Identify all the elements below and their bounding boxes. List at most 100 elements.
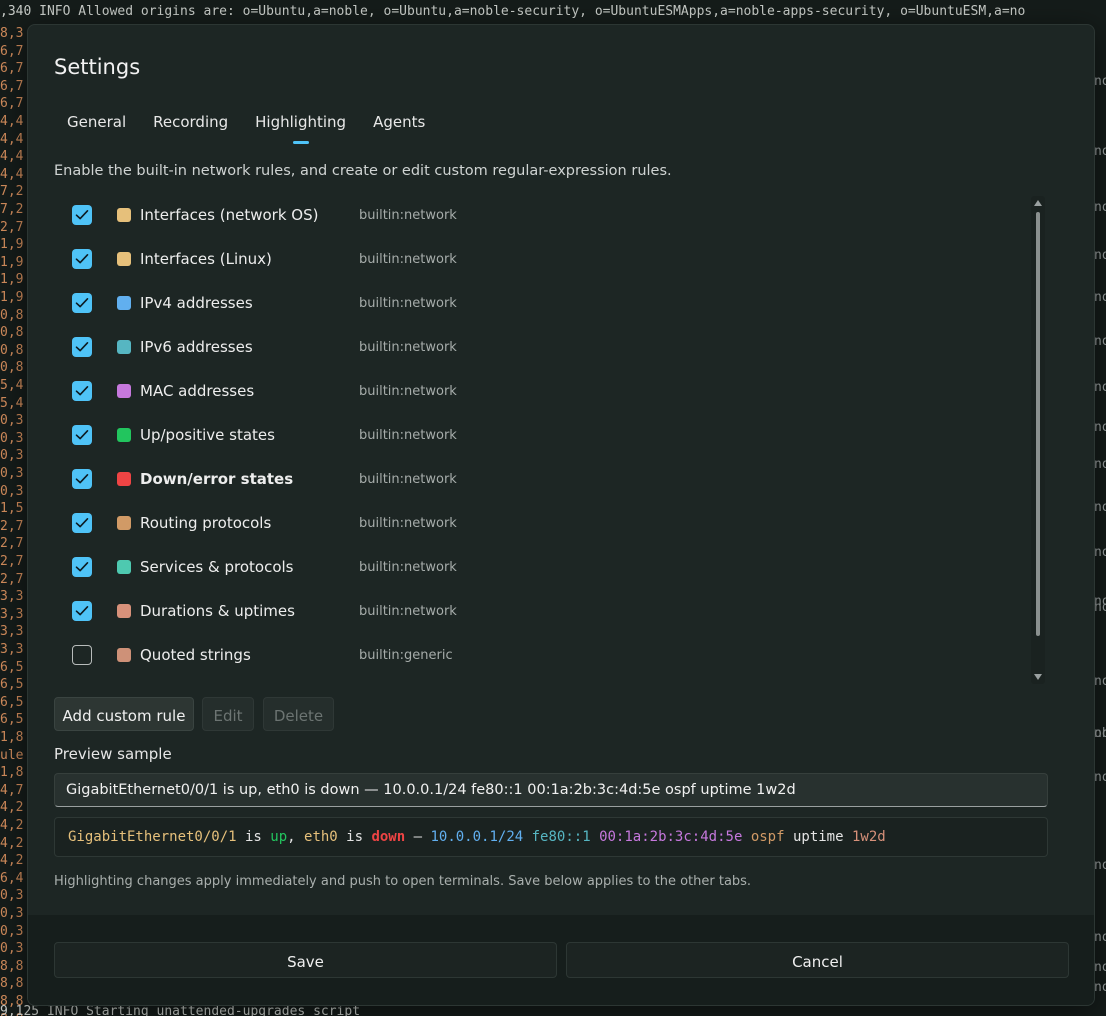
preview-token: GigabitEthernet0/0/1: [68, 829, 237, 845]
terminal-right-fragment: no: [1094, 248, 1106, 263]
rule-row[interactable]: Up/positive states builtin:network: [54, 416, 1034, 460]
rules-scrollbar[interactable]: [1031, 196, 1045, 684]
terminal-gutter-fragment: 3,3: [0, 624, 24, 640]
tab-general[interactable]: General: [54, 112, 126, 146]
rule-enabled-checkbox[interactable]: [72, 381, 92, 401]
rule-enabled-checkbox[interactable]: [72, 425, 92, 445]
preview-label: Preview sample: [54, 745, 172, 763]
terminal-gutter-fragment: 4,2: [0, 800, 24, 816]
terminal-gutter-fragment: 0,3: [0, 430, 24, 446]
rule-enabled-checkbox[interactable]: [72, 249, 92, 269]
preview-token: [742, 829, 750, 845]
settings-dialog: Settings General Recording Highlighting …: [27, 24, 1095, 1006]
terminal-line: ,340 INFO Allowed origins are: o=Ubuntu,…: [0, 4, 1026, 19]
tab-recording[interactable]: Recording: [153, 112, 228, 146]
rule-source: builtin:network: [359, 340, 457, 355]
tab-agents[interactable]: Agents: [373, 112, 425, 146]
rule-enabled-checkbox[interactable]: [72, 645, 92, 665]
terminal-right-fragment: no: [1094, 674, 1106, 689]
rule-row[interactable]: IPv4 addresses builtin:network: [54, 284, 1034, 328]
rule-row[interactable]: Interfaces (network OS) builtin:network: [54, 196, 1034, 240]
terminal-gutter-fragment: 1,9: [0, 290, 24, 305]
rule-row[interactable]: IPv6 addresses builtin:network: [54, 328, 1034, 372]
terminal-gutter-fragment: 6,4: [0, 870, 24, 886]
terminal-right-fragment: ohe: [1094, 726, 1106, 741]
scroll-up-arrow-icon[interactable]: [1034, 200, 1042, 206]
rule-source: builtin:network: [359, 516, 457, 531]
rule-color-swatch: [117, 340, 131, 354]
terminal-right-fragment: no: [1094, 200, 1106, 215]
checkmark-icon: [75, 606, 89, 616]
terminal-gutter-fragment: 4,4: [0, 166, 24, 182]
rule-name: MAC addresses: [140, 382, 255, 400]
checkmark-icon: [75, 342, 89, 352]
terminal-right-fragment: no: [1094, 545, 1106, 560]
edit-rule-button[interactable]: Edit: [202, 697, 254, 731]
preview-output: GigabitEthernet0/0/1 is up, eth0 is down…: [54, 817, 1048, 857]
terminal-gutter-fragment: 2,7: [0, 554, 24, 569]
terminal-gutter-fragment: 0,3: [0, 413, 24, 429]
terminal-gutter-fragment: 1,8: [0, 730, 24, 745]
rule-row[interactable]: Quoted strings builtin:generic: [54, 636, 1034, 680]
terminal-right-fragment: no: [1094, 980, 1106, 995]
rule-enabled-checkbox[interactable]: [72, 205, 92, 225]
terminal-gutter-fragment: 8,8: [0, 958, 24, 974]
terminal-gutter-fragment: 5,4: [0, 378, 24, 393]
terminal-gutter-fragment: 4,4: [0, 149, 24, 165]
rule-color-swatch: [117, 428, 131, 442]
preview-token: —: [405, 829, 431, 845]
checkmark-icon: [75, 430, 89, 440]
rule-enabled-checkbox[interactable]: [72, 293, 92, 313]
settings-tabs: General Recording Highlighting Agents: [54, 112, 452, 152]
preview-token: 1w2d: [851, 829, 886, 845]
terminal-gutter-fragment: 4,2: [0, 853, 24, 869]
rule-enabled-checkbox[interactable]: [72, 513, 92, 533]
terminal-gutter-fragment: 3,3: [0, 642, 24, 657]
add-custom-rule-button[interactable]: Add custom rule: [54, 697, 194, 731]
terminal-gutter-fragment: 2,7: [0, 571, 24, 587]
save-button[interactable]: Save: [54, 942, 557, 978]
rule-row[interactable]: Durations & uptimes builtin:network: [54, 592, 1034, 636]
rule-source: builtin:network: [359, 428, 457, 443]
cancel-button[interactable]: Cancel: [566, 942, 1069, 978]
terminal-gutter-fragment: ule: [0, 747, 24, 763]
rule-row[interactable]: Services & protocols builtin:network: [54, 548, 1034, 592]
preview-sample-input[interactable]: [54, 773, 1048, 807]
rule-enabled-checkbox[interactable]: [72, 601, 92, 621]
terminal-gutter-fragment: 3,3: [0, 606, 24, 622]
terminal-gutter-fragment: 0,3: [0, 941, 24, 957]
rule-source: builtin:network: [359, 472, 457, 487]
terminal-right-fragment: no: [1094, 960, 1106, 975]
delete-rule-button[interactable]: Delete: [263, 697, 334, 731]
tab-highlighting[interactable]: Highlighting: [255, 112, 346, 146]
terminal-right-fragment: no: [1094, 290, 1106, 305]
rule-enabled-checkbox[interactable]: [72, 337, 92, 357]
rule-name: Quoted strings: [140, 646, 251, 664]
preview-token: ospf: [750, 829, 785, 845]
checkmark-icon: [75, 474, 89, 484]
rule-name: IPv4 addresses: [140, 294, 253, 312]
rule-row[interactable]: Down/error states builtin:network: [54, 460, 1034, 504]
terminal-gutter-fragment: 1,9: [0, 237, 24, 253]
terminal-right-fragment: no: [1094, 380, 1106, 395]
rule-row[interactable]: Interfaces (Linux) builtin:network: [54, 240, 1034, 284]
checkmark-icon: [75, 518, 89, 528]
rule-color-swatch: [117, 296, 131, 310]
rule-enabled-checkbox[interactable]: [72, 469, 92, 489]
rule-row[interactable]: MAC addresses builtin:network: [54, 372, 1034, 416]
terminal-gutter-fragment: 0,8: [0, 307, 24, 323]
checkmark-icon: [75, 210, 89, 220]
terminal-gutter-fragment: 4,4: [0, 131, 24, 147]
rule-source: builtin:network: [359, 208, 457, 223]
terminal-gutter-fragment: 0,8: [0, 342, 24, 358]
preview-token: eth0: [304, 829, 338, 845]
terminal-gutter-fragment: 1,8: [0, 765, 24, 781]
scroll-thumb[interactable]: [1036, 212, 1040, 636]
rule-color-swatch: [117, 516, 131, 530]
terminal-right-fragment: no: [1094, 600, 1106, 615]
rule-enabled-checkbox[interactable]: [72, 557, 92, 577]
rule-row[interactable]: Routing protocols builtin:network: [54, 504, 1034, 548]
terminal-gutter-fragment: 0,8: [0, 325, 24, 341]
scroll-down-arrow-icon[interactable]: [1034, 674, 1042, 680]
preview-token: is: [236, 829, 271, 845]
